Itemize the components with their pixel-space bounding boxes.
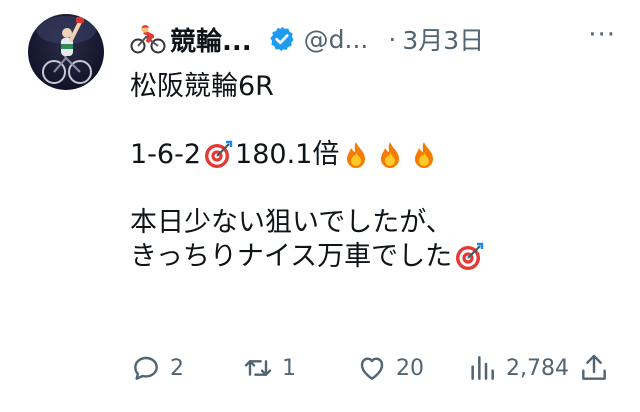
tweet-date[interactable]: 3月3日 [402, 21, 484, 57]
avatar[interactable] [28, 14, 104, 90]
tweet-card[interactable]: 競輪... @d... · 3月3日 ··· 松阪競輪6R 1-6-2 180.… [0, 0, 640, 412]
like-count: 20 [396, 355, 424, 381]
tweet-header: 競輪... @d... · 3月3日 ··· [130, 18, 630, 60]
like-button[interactable]: 20 [356, 350, 424, 386]
direct-hit-icon [203, 140, 233, 170]
fire-icon [375, 140, 405, 170]
odds-value: 180.1倍 [235, 139, 340, 170]
heart-icon [360, 357, 384, 380]
fire-icon [341, 140, 371, 170]
display-name-text: 競輪... [170, 26, 252, 57]
retweet-icon [244, 360, 272, 376]
views-button[interactable]: 2,784 [466, 350, 569, 386]
share-button[interactable] [578, 350, 610, 386]
views-chart-icon [471, 356, 494, 380]
result-combo: 1-6-2 [130, 139, 202, 170]
text-line-2: 1-6-2 180.1倍 [130, 138, 486, 172]
tweet-actions-bar: 2 1 20 2,784 [130, 350, 616, 386]
reply-icon [134, 356, 158, 380]
author-handle[interactable]: @d... [304, 25, 369, 54]
text-line-4: きっちりナイス万車でした [130, 240, 486, 274]
fire-icon [409, 140, 439, 170]
direct-hit-icon [454, 242, 484, 272]
author-display-name[interactable]: 競輪... [130, 21, 252, 58]
text-line-4-text: きっちりナイス万車でした [130, 241, 453, 272]
verified-badge-icon[interactable] [268, 25, 296, 53]
text-line-1: 松阪競輪6R [130, 71, 274, 102]
retweet-count: 1 [282, 355, 296, 381]
bicycle-rider-icon [130, 24, 166, 54]
retweet-button[interactable]: 1 [242, 350, 296, 386]
view-count: 2,784 [506, 355, 569, 381]
reply-count: 2 [170, 355, 184, 381]
separator-dot: · [388, 24, 397, 54]
reply-button[interactable]: 2 [130, 350, 184, 386]
tweet-text: 松阪競輪6R 1-6-2 180.1倍 本日少ない狙いでしたが、 きっちりナイス… [130, 70, 486, 274]
avatar-image [36, 16, 96, 84]
share-icon [582, 354, 606, 380]
more-options-icon[interactable]: ··· [588, 20, 616, 50]
text-line-3: 本日少ない狙いでしたが、 [130, 207, 453, 238]
